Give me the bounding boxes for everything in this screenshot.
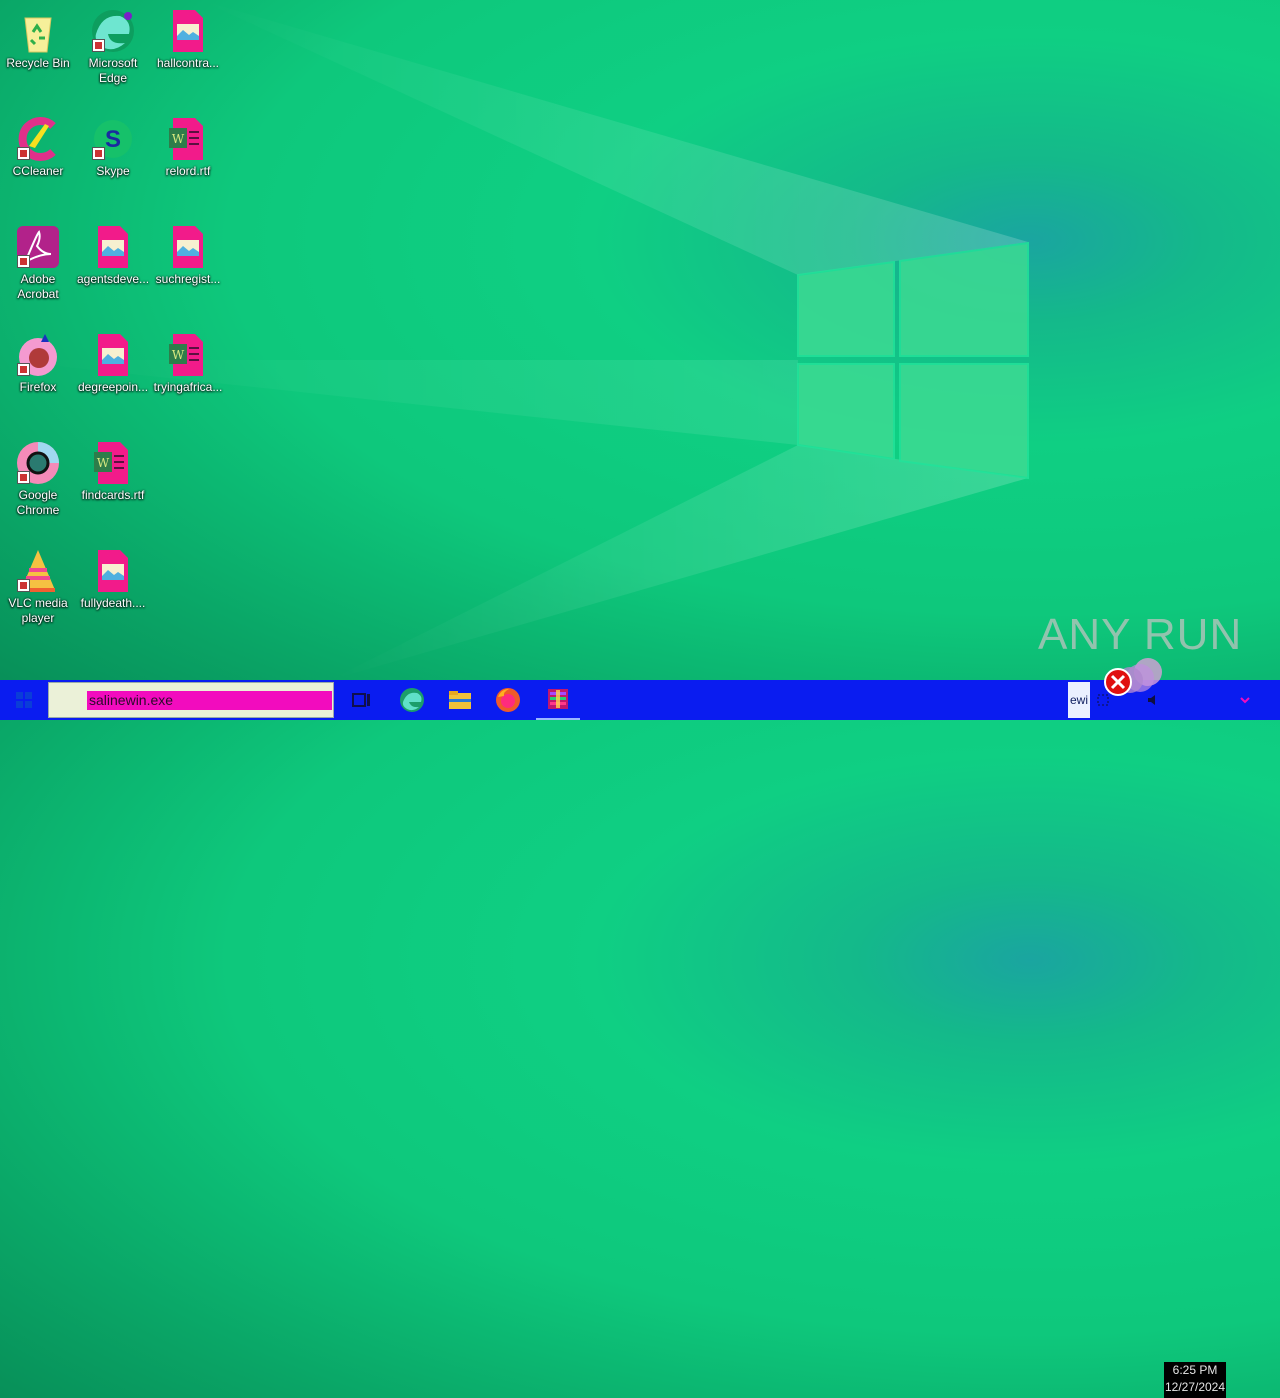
desktop-icon[interactable]: Wrelord.rtf — [150, 116, 226, 179]
desktop-icon[interactable]: hallcontra... — [150, 8, 226, 71]
desktop-icon-label: tryingafrica... — [153, 380, 223, 394]
task-view-button[interactable] — [340, 680, 384, 720]
desktop-icon[interactable]: agentsdeve... — [75, 224, 151, 287]
svg-text:S: S — [105, 126, 121, 153]
winrar-icon — [548, 689, 568, 709]
chrome-icon — [15, 440, 61, 486]
firefox-icon — [15, 332, 61, 378]
desktop: Recycle Bin Microsoft Edge hallcontra... CC… — [0, 0, 1280, 680]
tray-label[interactable]: ewi — [1068, 682, 1090, 718]
taskbar-winrar[interactable] — [536, 680, 580, 720]
desktop-icon[interactable]: suchregist... — [150, 224, 226, 287]
desktop-icon-label: degreepoin... — [77, 380, 149, 394]
firefox-icon — [496, 688, 520, 712]
desktop-icon-label: Skype — [96, 164, 130, 178]
recycle-bin-icon — [15, 8, 61, 54]
taskbar-file-explorer[interactable] — [438, 680, 482, 720]
image-file-icon — [90, 548, 136, 594]
rtf-file-icon: W — [165, 116, 211, 162]
svg-text:W: W — [97, 456, 110, 470]
desktop-icon-label: Adobe Acrobat — [17, 272, 59, 301]
shortcut-arrow-icon — [92, 39, 105, 52]
desktop-icon-label: VLC media player — [8, 596, 68, 625]
clock-date: 12/27/2024 — [1164, 1380, 1226, 1394]
desktop-icon[interactable]: Recycle Bin — [0, 8, 76, 71]
ccleaner-icon — [15, 116, 61, 162]
image-file-icon — [90, 224, 136, 270]
desktop-icon[interactable]: CCleaner — [0, 116, 76, 179]
notification-center-button[interactable] — [1230, 680, 1260, 720]
search-box[interactable]: salinewin.exe — [48, 682, 334, 718]
taskbar-clock[interactable]: 6:25 PM 12/27/2024 — [1164, 1362, 1226, 1398]
edge-icon — [400, 688, 424, 712]
desktop-icon[interactable]: Wtryingafrica... — [150, 332, 226, 395]
shortcut-arrow-icon — [92, 147, 105, 160]
desktop-icon[interactable]: Microsoft Edge — [75, 8, 151, 86]
start-button[interactable] — [0, 680, 48, 720]
desktop-icon-label: Google Chrome — [16, 488, 60, 517]
desktop-icon-label: findcards.rtf — [81, 488, 145, 502]
desktop-icon-label: suchregist... — [155, 272, 221, 286]
desktop-icon[interactable]: fullydeath.... — [75, 548, 151, 611]
image-file-icon — [165, 8, 211, 54]
desktop-icon[interactable]: VLC media player — [0, 548, 76, 626]
vlc-icon — [15, 548, 61, 594]
image-file-icon — [165, 224, 211, 270]
desktop-icon[interactable]: Google Chrome — [0, 440, 76, 518]
shortcut-arrow-icon — [17, 255, 30, 268]
volume-icon — [1148, 695, 1155, 705]
desktop-icon-label: hallcontra... — [156, 56, 220, 70]
task-view-icon — [352, 693, 370, 707]
image-file-icon — [90, 332, 136, 378]
taskbar-firefox[interactable] — [486, 680, 530, 720]
desktop-icon[interactable]: Wfindcards.rtf — [75, 440, 151, 503]
desktop-icon[interactable]: Firefox — [0, 332, 76, 395]
desktop-icon-label: agentsdeve... — [76, 272, 150, 286]
windows-start-icon — [16, 692, 32, 708]
tray-volume[interactable] — [1144, 680, 1162, 720]
desktop-icon-label: relord.rtf — [165, 164, 211, 178]
desktop-icon-label: Microsoft Edge — [88, 56, 138, 85]
acrobat-icon — [15, 224, 61, 270]
desktop-icon[interactable]: S Skype — [75, 116, 151, 179]
skype-icon: S — [90, 116, 136, 162]
taskbar: salinewin.exe ewi 6:25 PM 12/27/2024 — [0, 658, 1280, 1398]
rtf-file-icon: W — [90, 440, 136, 486]
shortcut-arrow-icon — [17, 147, 30, 160]
clock-time: 6:25 PM — [1172, 1363, 1218, 1377]
chevron-down-icon — [1240, 697, 1250, 704]
taskbar-edge[interactable] — [390, 680, 434, 720]
desktop-icon-label: Recycle Bin — [6, 56, 70, 70]
desktop-icon-label: CCleaner — [12, 164, 64, 178]
svg-text:W: W — [172, 348, 185, 362]
svg-text:W: W — [172, 132, 185, 146]
shortcut-arrow-icon — [17, 471, 30, 484]
search-input[interactable]: salinewin.exe — [87, 691, 332, 710]
anyrun-watermark: ANY RUN — [1038, 610, 1243, 659]
shortcut-arrow-icon — [17, 363, 30, 376]
desktop-icon[interactable]: Adobe Acrobat — [0, 224, 76, 302]
desktop-icon-label: Firefox — [19, 380, 57, 394]
shortcut-arrow-icon — [17, 579, 30, 592]
desktop-icon[interactable]: degreepoin... — [75, 332, 151, 395]
file-explorer-icon — [449, 691, 471, 709]
desktop-icon-label: fullydeath.... — [80, 596, 146, 610]
rtf-file-icon: W — [165, 332, 211, 378]
edge-icon — [90, 8, 136, 54]
